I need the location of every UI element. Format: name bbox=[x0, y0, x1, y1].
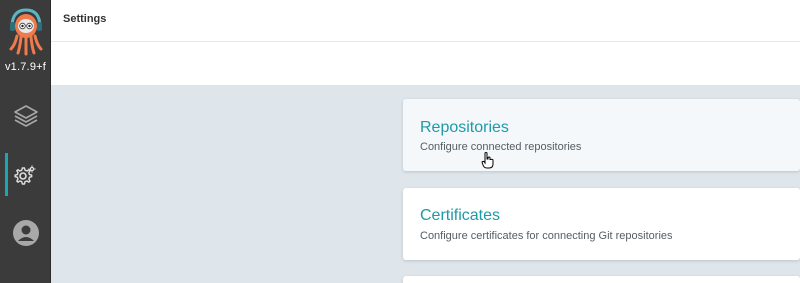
layers-icon bbox=[13, 105, 38, 127]
sidebar-item-settings[interactable] bbox=[0, 150, 51, 200]
hand-cursor-icon bbox=[481, 152, 494, 169]
card-title: Repositories bbox=[420, 119, 509, 136]
toolbar-area bbox=[51, 42, 800, 85]
gear-icon bbox=[13, 165, 35, 185]
settings-card-partial[interactable] bbox=[403, 276, 800, 283]
card-description: Configure connected repositories bbox=[420, 141, 582, 153]
top-bar: Settings bbox=[51, 0, 800, 42]
logo-area[interactable]: v1.7.9+f bbox=[0, 0, 51, 85]
sidebar-item-user-info[interactable] bbox=[0, 208, 51, 258]
sidebar: v1.7.9+f bbox=[0, 0, 51, 283]
page-title: Settings bbox=[63, 13, 107, 25]
argo-logo-icon bbox=[9, 8, 43, 56]
card-description: Configure certificates for connecting Gi… bbox=[420, 230, 673, 242]
version-label: v1.7.9+f bbox=[4, 61, 47, 73]
user-icon bbox=[12, 220, 39, 246]
card-title: Certificates bbox=[420, 207, 501, 224]
sidebar-item-applications[interactable] bbox=[0, 91, 51, 141]
settings-card-certificates[interactable]: Certificates Configure certificates for … bbox=[403, 188, 800, 260]
settings-card-repositories[interactable]: Repositories Configure connected reposit… bbox=[403, 99, 800, 171]
